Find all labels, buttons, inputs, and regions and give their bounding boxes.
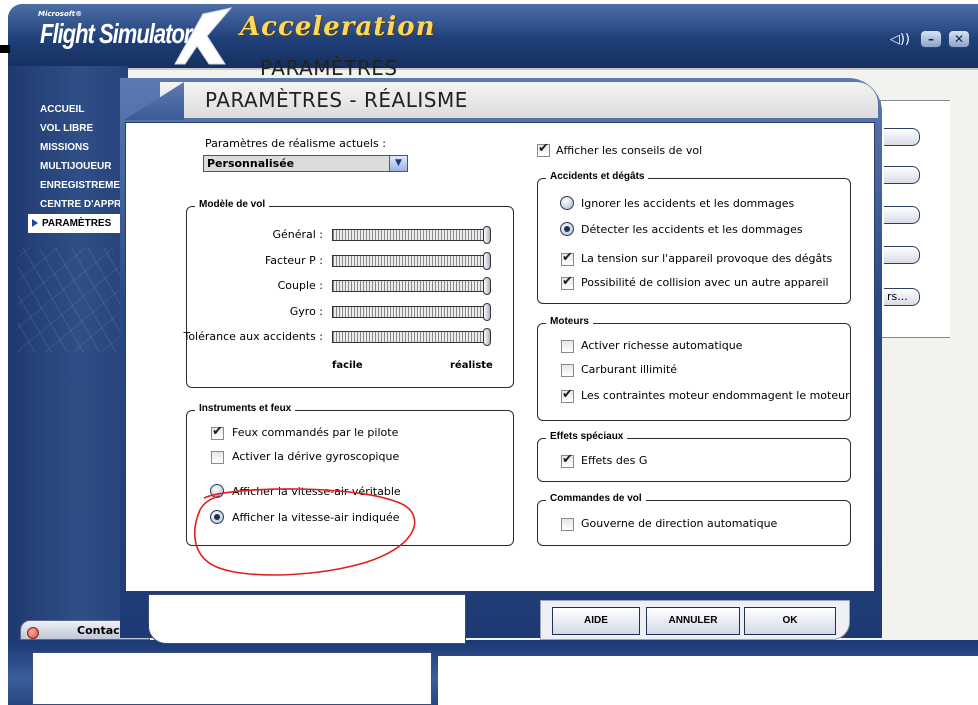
sidebar-item-multijoueur[interactable]: MULTIJOUEUR: [28, 157, 128, 176]
group-title: Commandes de vol: [546, 493, 646, 504]
ignore-crashes-radio[interactable]: [560, 196, 574, 210]
slider-thumb[interactable]: [483, 277, 491, 295]
sidebar-item-centre-apprentissage[interactable]: CENTRE D'APPRENTISSAGE: [28, 195, 128, 214]
ignore-crashes-label: Ignorer les accidents et les dommages: [581, 197, 795, 210]
annotation-circle: [193, 488, 416, 576]
brand-x-logo: [174, 7, 233, 65]
engine-stress-label: Les contraintes moteur endommagent le mo…: [581, 389, 850, 402]
slider-torque[interactable]: [332, 280, 488, 292]
group-title: Effets spéciaux: [546, 431, 628, 442]
auto-mixture-checkbox[interactable]: [561, 340, 574, 353]
pilot-lights-checkbox[interactable]: [211, 424, 224, 440]
pilot-lights-label: Feux commandés par le pilote: [232, 426, 399, 439]
dialog-footer-left: [148, 594, 466, 644]
sidebar-item-vol-libre[interactable]: VOL LIBRE: [28, 119, 128, 138]
brand-suffix: Acceleration: [240, 12, 436, 42]
cancel-button[interactable]: ANNULER: [646, 607, 740, 635]
slider-thumb[interactable]: [483, 252, 491, 270]
gyro-drift-label: Activer la dérive gyroscopique: [232, 450, 400, 463]
group-title: Accidents et dégâts: [546, 171, 649, 182]
realism-preset-value: Personnalisée: [207, 157, 295, 170]
status-dot-icon: [27, 627, 39, 639]
sidebar-item-accueil[interactable]: ACCUEIL: [28, 100, 128, 119]
aircraft-collision-checkbox[interactable]: [561, 274, 574, 290]
slider-label-torque: Couple :: [277, 279, 323, 292]
sidebar: ACCUEIL VOL LIBRE MISSIONS MULTIJOUEUR E…: [28, 100, 128, 233]
slider-thumb[interactable]: [483, 328, 491, 346]
engine-stress-checkbox[interactable]: [561, 387, 574, 403]
bottom-panel: [32, 652, 432, 705]
brand-small: Microsoft®: [38, 10, 83, 18]
sidebar-decoration: [18, 248, 130, 352]
g-effects-checkbox[interactable]: [561, 452, 574, 468]
background-button[interactable]: [884, 246, 920, 264]
slider-label-gyro: Gyro :: [289, 305, 323, 318]
sound-icon[interactable]: ◁)): [890, 32, 910, 47]
stress-damage-checkbox[interactable]: [561, 250, 574, 266]
chevron-down-icon[interactable]: ▼: [389, 156, 407, 171]
stress-damage-label: La tension sur l'appareil provoque des d…: [581, 252, 833, 265]
g-effects-label: Effets des G: [581, 454, 648, 467]
slider-label-general: Général :: [272, 228, 323, 241]
slider-label-p-factor: Facteur P :: [264, 254, 323, 267]
ok-button[interactable]: OK: [744, 607, 836, 635]
background-heading: PARAMÈTRES: [260, 56, 398, 80]
app-titlebar: Microsoft® Flight Simulator Acceleration…: [8, 4, 978, 68]
slider-crash-tolerance[interactable]: [332, 331, 488, 343]
group-title: Moteurs: [546, 316, 593, 327]
gyro-drift-checkbox[interactable]: [211, 451, 224, 464]
bottom-right-area: [438, 656, 978, 705]
scale-max-label: réaliste: [450, 360, 493, 371]
sidebar-item-missions[interactable]: MISSIONS: [28, 138, 128, 157]
slider-p-factor[interactable]: [332, 255, 488, 267]
realism-preset-label: Paramètres de réalisme actuels :: [205, 137, 386, 150]
unlimited-fuel-label: Carburant illimité: [581, 363, 678, 376]
sidebar-item-enregistrement[interactable]: ENREGISTREMENT: [28, 176, 128, 195]
window-controls: ◁)) – ✕: [890, 30, 970, 48]
help-button[interactable]: AIDE: [552, 607, 640, 635]
aircraft-collision-label: Possibilité de collision avec un autre a…: [581, 276, 829, 289]
background-button[interactable]: rs...: [884, 288, 920, 306]
group-title: Modèle de vol: [195, 199, 270, 210]
slider-label-crash-tolerance: Tolérance aux accidents :: [183, 330, 323, 343]
slider-thumb[interactable]: [483, 226, 491, 244]
slider-general[interactable]: [332, 229, 488, 241]
slider-gyro[interactable]: [332, 306, 488, 318]
scale-min-label: facile: [332, 360, 363, 371]
dialog-title: PARAMÈTRES - RÉALISME: [205, 88, 468, 112]
slider-thumb[interactable]: [483, 303, 491, 321]
auto-rudder-checkbox[interactable]: [561, 518, 574, 531]
auto-rudder-label: Gouverne de direction automatique: [581, 517, 778, 530]
brand-name: Flight Simulator: [40, 18, 192, 50]
group-title: Instruments et feux: [195, 403, 296, 414]
sidebar-item-parametres[interactable]: PARAMÈTRES: [28, 214, 128, 233]
minimize-icon[interactable]: –: [920, 30, 942, 48]
background-button[interactable]: [884, 128, 920, 146]
auto-mixture-label: Activer richesse automatique: [581, 339, 743, 352]
show-tips-label: Afficher les conseils de vol: [556, 144, 703, 157]
close-icon[interactable]: ✕: [948, 30, 970, 48]
show-tips-checkbox[interactable]: [537, 141, 550, 157]
realism-preset-select[interactable]: Personnalisée ▼: [203, 155, 408, 172]
unlimited-fuel-checkbox[interactable]: [561, 364, 574, 377]
detect-crashes-radio[interactable]: [560, 222, 574, 236]
background-button[interactable]: [884, 206, 920, 224]
detect-crashes-label: Détecter les accidents et les dommages: [581, 223, 803, 236]
background-button[interactable]: [884, 166, 920, 184]
page-edge-mark: [0, 45, 10, 53]
